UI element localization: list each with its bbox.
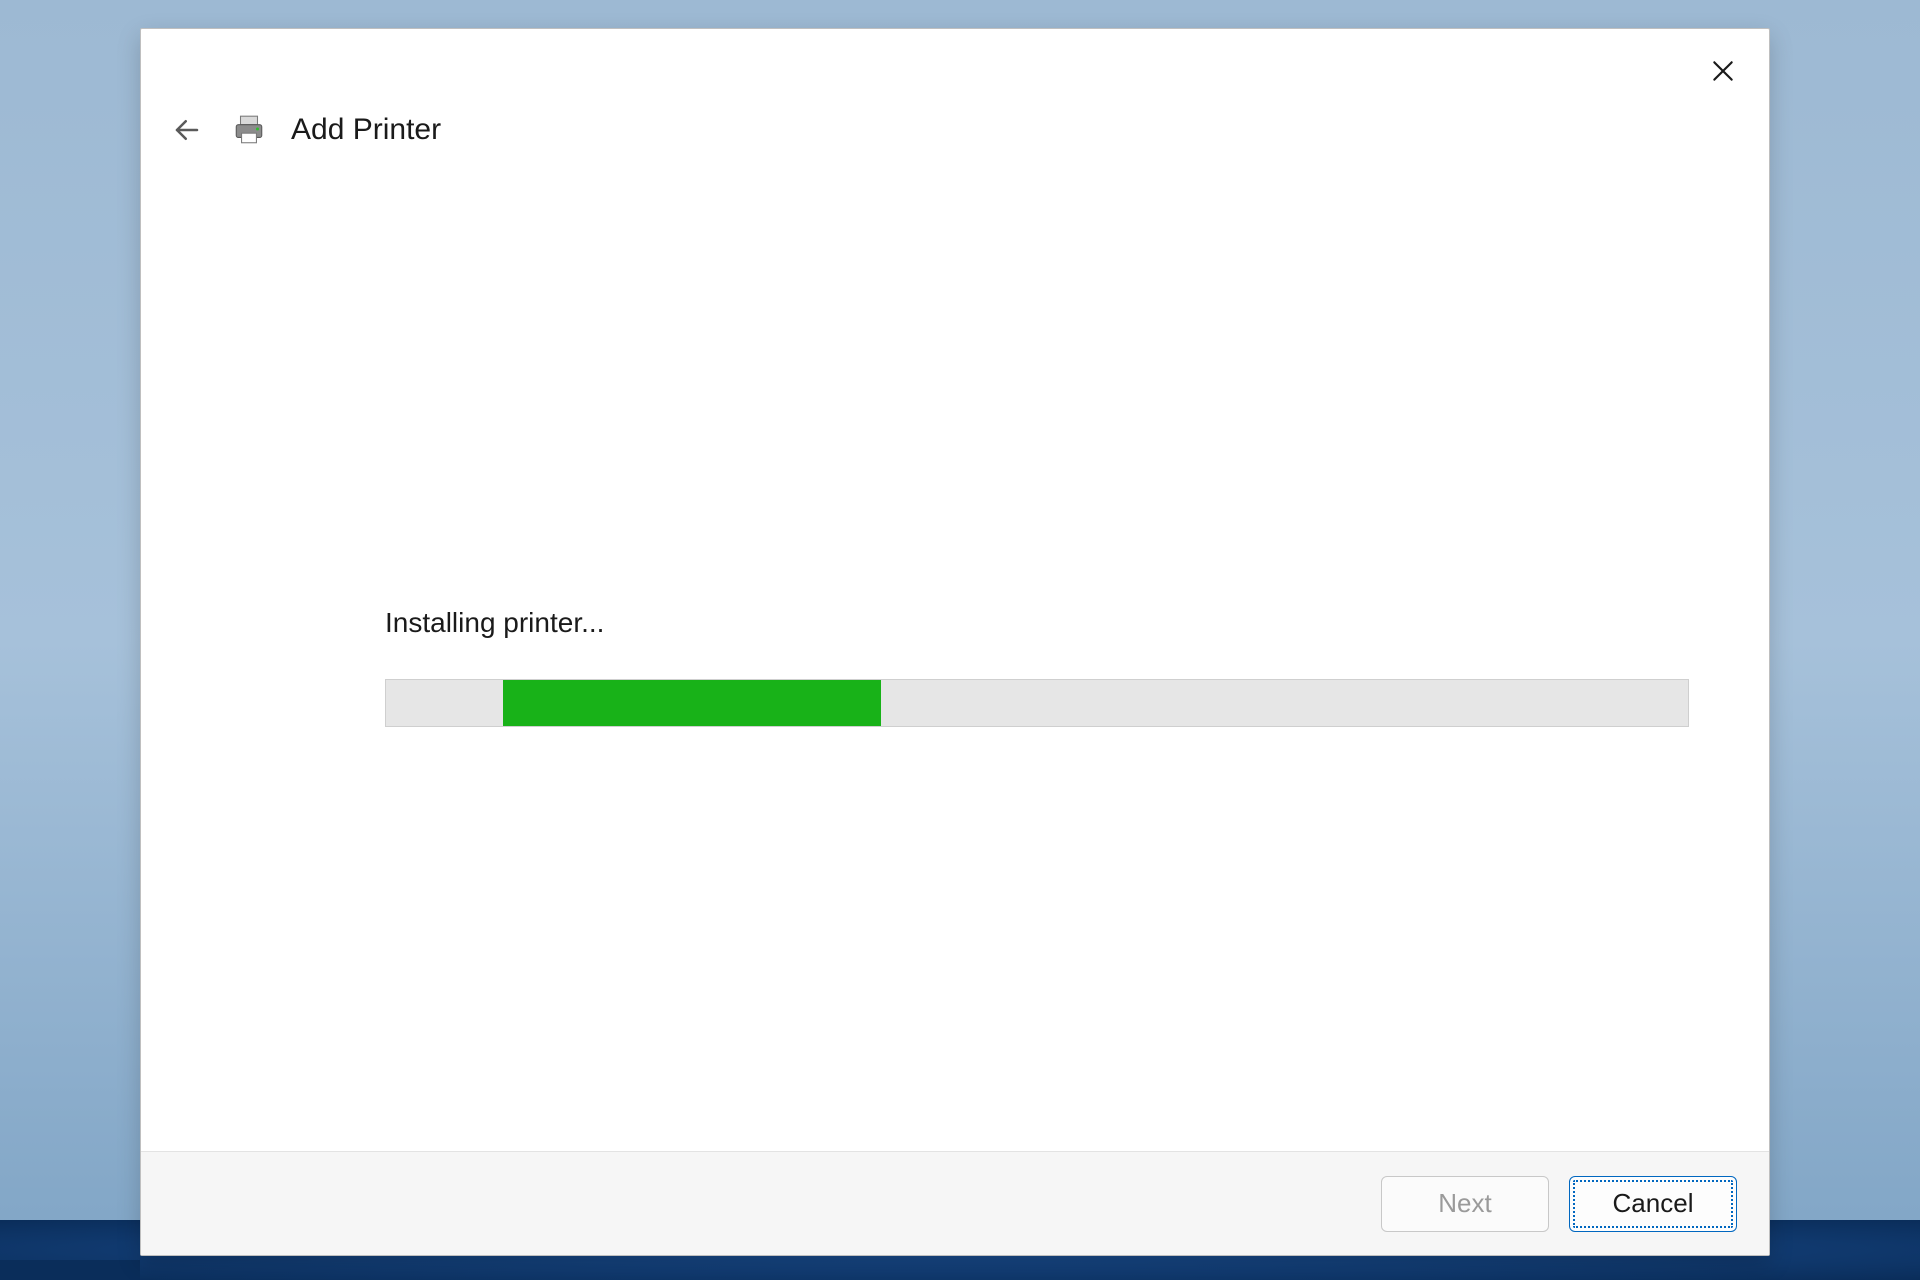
- desktop-reveal-corner: [0, 1260, 140, 1280]
- back-button[interactable]: [167, 110, 207, 150]
- progress-bar: [385, 679, 1689, 727]
- progress-status-text: Installing printer...: [385, 607, 604, 639]
- dialog-header: Add Printer: [141, 103, 1769, 167]
- close-button[interactable]: [1699, 47, 1747, 95]
- close-icon: [1710, 58, 1736, 84]
- dialog-footer: Next Cancel: [141, 1151, 1769, 1255]
- cancel-button[interactable]: Cancel: [1569, 1176, 1737, 1232]
- dialog-content: Installing printer...: [141, 167, 1769, 1151]
- dialog-titlebar: [141, 29, 1769, 103]
- progress-bar-fill: [503, 680, 881, 726]
- next-button: Next: [1381, 1176, 1549, 1232]
- printer-icon: [231, 112, 267, 148]
- add-printer-dialog: Add Printer Installing printer... Next C…: [140, 28, 1770, 1256]
- back-arrow-icon: [172, 115, 202, 145]
- dialog-title: Add Printer: [291, 113, 441, 147]
